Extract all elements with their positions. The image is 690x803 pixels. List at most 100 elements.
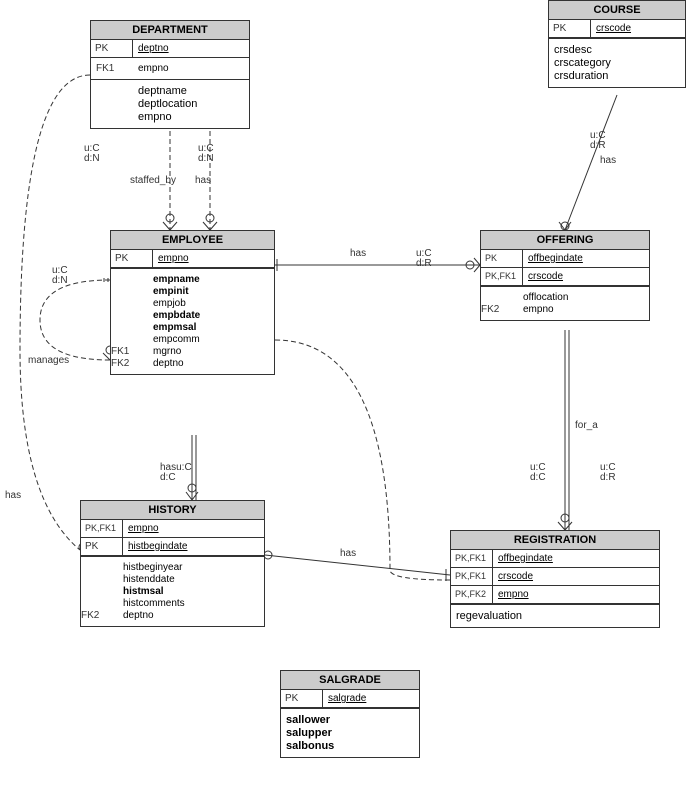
history-title: HISTORY: [81, 501, 264, 520]
emp-empinit: empinit: [153, 286, 189, 297]
dept-empno-2: empno: [138, 111, 172, 123]
course-entity: COURSE PK crscode crsdesc crscategory cr…: [548, 0, 686, 88]
department-fields: FK1 empno: [91, 58, 249, 79]
sal-salupper: salupper: [286, 727, 332, 739]
emp-mgrno: mgrno: [153, 346, 181, 357]
off-empno: empno: [523, 304, 554, 315]
course-pk-label: PK: [549, 20, 591, 37]
label-staffed-by: staffed_by: [130, 175, 176, 186]
er-diagram: staffed_by has manages has has has for_a…: [0, 0, 690, 803]
department-pk-label: PK: [91, 40, 133, 57]
history-pk-field1: empno: [123, 520, 164, 537]
salgrade-pk-label: PK: [281, 690, 323, 707]
history-pkfk1-label: PK,FK1: [81, 520, 123, 537]
employee-pk-field: empno: [153, 250, 194, 267]
dept-fk1-label: FK1: [96, 63, 138, 74]
reg-pk-field3: empno: [493, 586, 534, 603]
sal-salbonus: salbonus: [286, 740, 334, 752]
reg-pkfk1-label-1: PK,FK1: [451, 550, 493, 567]
department-title: DEPARTMENT: [91, 21, 249, 40]
offering-fields: offlocation FK2 empno: [481, 286, 649, 320]
emp-fk1-label: FK1: [111, 346, 153, 357]
history-entity: HISTORY PK,FK1 empno PK histbegindate hi…: [80, 500, 265, 627]
notation-dc-6: d:C: [530, 472, 546, 483]
registration-fields: regevaluation: [451, 604, 659, 627]
salgrade-fields: sallower salupper salbonus: [281, 708, 419, 757]
dept-empno: empno: [138, 63, 169, 74]
course-fields: crsdesc crscategory crsduration: [549, 38, 685, 87]
notation-dr-4: d:R: [416, 258, 432, 269]
sal-sallower: sallower: [286, 714, 330, 726]
notation-dr-7: d:R: [600, 472, 616, 483]
emp-empcomm: empcomm: [153, 334, 200, 345]
emp-blank-label: [111, 274, 153, 285]
offering-entity: OFFERING PK offbegindate PK,FK1 crscode …: [480, 230, 650, 321]
history-fields: histbeginyear histenddate histmsal histc…: [81, 556, 264, 626]
emp-empjob: empjob: [153, 298, 186, 309]
department-extra-fields: deptname deptlocation empno: [91, 79, 249, 128]
registration-entity: REGISTRATION PK,FK1 offbegindate PK,FK1 …: [450, 530, 660, 628]
employee-entity: EMPLOYEE PK empno empname empinit empjob…: [110, 230, 275, 375]
emp-blank-5: [111, 322, 153, 333]
course-crscategory: crscategory: [554, 57, 611, 69]
course-title: COURSE: [549, 1, 685, 20]
emp-blank-6: [111, 334, 153, 345]
hist-blank: [81, 562, 123, 573]
label-for-a: for_a: [575, 420, 598, 431]
hist-histmsal: histmsal: [123, 586, 164, 597]
hist-deptno: deptno: [123, 610, 154, 621]
emp-deptno: deptno: [153, 358, 184, 369]
history-pk-label: PK: [81, 538, 123, 555]
reg-pkfk2-label: PK,FK2: [451, 586, 493, 603]
offering-pk-field2: crscode: [523, 268, 568, 285]
salgrade-pk-field: salgrade: [323, 690, 371, 707]
label-has-hist: has: [340, 548, 356, 559]
hist-fk2-label: FK2: [81, 610, 123, 621]
notation-dc: d:C: [160, 472, 176, 483]
salgrade-title: SALGRADE: [281, 671, 419, 690]
hist-histenddate: histenddate: [123, 574, 175, 585]
label-has-left: has: [5, 490, 21, 501]
employee-pk-label: PK: [111, 250, 153, 267]
department-entity: DEPARTMENT PK deptno FK1 empno deptname …: [90, 20, 250, 129]
emp-blank-2: [111, 286, 153, 297]
notation-dn-3: d:N: [52, 275, 68, 286]
hist-blank-3: [81, 586, 123, 597]
emp-empbdate: empbdate: [153, 310, 200, 321]
notation-dn-2: d:N: [198, 153, 214, 164]
notation-dr-5: d:R: [590, 140, 606, 151]
dept-deptname: deptname: [138, 85, 187, 97]
reg-pkfk1-label-2: PK,FK1: [451, 568, 493, 585]
notation-dn-1: d:N: [84, 153, 100, 164]
salgrade-entity: SALGRADE PK salgrade sallower salupper s…: [280, 670, 420, 758]
off-offlocation: offlocation: [523, 292, 568, 303]
offering-pkfk1-label: PK,FK1: [481, 268, 523, 285]
reg-pk-field2: crscode: [493, 568, 538, 585]
offering-title: OFFERING: [481, 231, 649, 250]
offering-pk-field1: offbegindate: [523, 250, 588, 267]
hist-histbeginyear: histbeginyear: [123, 562, 182, 573]
history-pk-field2: histbegindate: [123, 538, 193, 555]
course-crsdesc: crsdesc: [554, 44, 592, 56]
department-pk-field: deptno: [133, 40, 174, 57]
offering-pk-label: PK: [481, 250, 523, 267]
label-has-course: has: [600, 155, 616, 166]
registration-title: REGISTRATION: [451, 531, 659, 550]
reg-regevaluation: regevaluation: [456, 610, 522, 622]
employee-title: EMPLOYEE: [111, 231, 274, 250]
emp-empmsal: empmsal: [153, 322, 196, 333]
emp-empname: empname: [153, 274, 200, 285]
label-manages: manages: [28, 355, 69, 366]
emp-fk2-label: FK2: [111, 358, 153, 369]
employee-fields: empname empinit empjob empbdate empmsal …: [111, 268, 274, 374]
label-has-dept: has: [195, 175, 211, 186]
course-crsduration: crsduration: [554, 70, 608, 82]
emp-blank-4: [111, 310, 153, 321]
emp-blank-3: [111, 298, 153, 309]
hist-histcomments: histcomments: [123, 598, 185, 609]
course-pk-field: crscode: [591, 20, 636, 37]
hist-blank-2: [81, 574, 123, 585]
dept-deptlocation: deptlocation: [138, 98, 197, 110]
off-blank: [481, 292, 523, 303]
label-has-emp: has: [350, 248, 366, 259]
